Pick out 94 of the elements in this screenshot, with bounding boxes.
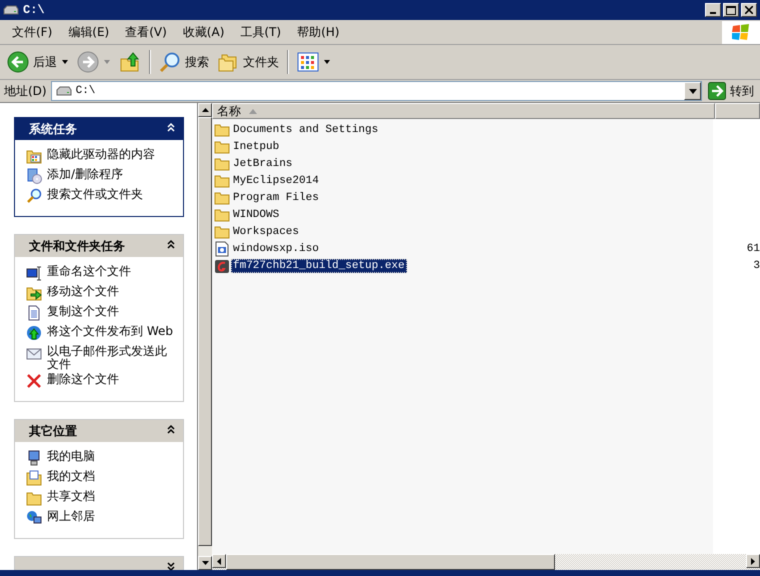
column-header[interactable]: 名称 <box>212 103 715 119</box>
task-link[interactable]: 我的文档 <box>26 470 177 488</box>
folder-icon <box>214 190 230 204</box>
scroll-up-button[interactable] <box>198 103 212 117</box>
menu-item[interactable]: 查看(V) <box>117 22 175 42</box>
drive-icon <box>3 5 19 15</box>
delete-icon <box>26 373 42 389</box>
go-button[interactable]: 转到 <box>706 82 760 100</box>
search-button[interactable]: 搜索 <box>156 49 212 75</box>
globe-icon <box>26 325 42 341</box>
windows-flag-icon <box>731 23 751 41</box>
scroll-right-button[interactable] <box>746 554 760 568</box>
folder-icon <box>26 490 42 506</box>
computer-icon <box>26 450 42 466</box>
scrollbar-thumb[interactable] <box>226 554 555 570</box>
file-name[interactable]: JetBrains <box>231 156 294 170</box>
panel-title: 文件和文件夹任务 <box>29 238 126 254</box>
task-link[interactable]: 网上邻居 <box>26 510 177 528</box>
documents-folder-icon <box>26 470 42 486</box>
file-name[interactable]: Program Files <box>231 190 321 204</box>
dropdown-arrow-icon[interactable] <box>688 88 696 94</box>
collapse-icon[interactable] <box>167 424 175 435</box>
network-icon <box>26 510 42 526</box>
scroll-left-button[interactable] <box>212 554 226 568</box>
menu-item[interactable]: 帮助(H) <box>289 22 348 42</box>
views-grid-icon <box>297 52 319 72</box>
file-name[interactable]: fm727chb21_build_setup.exe <box>231 258 407 272</box>
panel-title: 其它位置 <box>29 422 78 440</box>
folders-button[interactable]: 文件夹 <box>214 50 282 74</box>
file-name[interactable]: MyEclipse2014 <box>231 174 321 188</box>
search-icon <box>26 188 42 204</box>
task-link[interactable]: 搜索文件或文件夹 <box>26 188 177 206</box>
folder-icon <box>214 140 230 154</box>
back-button[interactable]: 后退 <box>4 49 72 75</box>
caret-icon <box>103 59 111 65</box>
address-field[interactable]: C:\ <box>50 81 702 101</box>
task-link[interactable]: 重命名这个文件 <box>26 265 177 283</box>
menu-item[interactable]: 收藏(A) <box>174 22 232 42</box>
right-arrow-icon <box>751 558 755 564</box>
copy-icon <box>26 305 42 321</box>
folder-icon <box>214 208 230 222</box>
expand-icon[interactable] <box>167 561 175 570</box>
folder-icon <box>214 174 230 188</box>
menu-item[interactable]: 文件(F) <box>4 22 60 42</box>
task-link[interactable]: 以电子邮件形式发送此文件 <box>26 345 177 371</box>
table-cell-text: 3 <box>752 260 760 272</box>
left-arrow-icon <box>217 558 221 564</box>
file-name[interactable]: Workspaces <box>231 224 302 238</box>
task-link[interactable]: 移动这个文件 <box>26 285 177 303</box>
close-icon <box>745 6 753 14</box>
task-link[interactable]: 添加/删除程序 <box>26 168 177 186</box>
down-arrow-icon <box>202 561 208 565</box>
task-link[interactable]: 我的电脑 <box>26 450 177 468</box>
folder-icon <box>214 122 230 136</box>
scroll-down-button[interactable] <box>198 556 212 570</box>
file-name[interactable]: WINDOWS <box>231 208 282 222</box>
file-name[interactable]: Documents and Settings <box>231 122 380 136</box>
caret-icon <box>323 59 331 65</box>
folder-icon <box>214 156 230 170</box>
column-header[interactable] <box>715 103 760 119</box>
file-name[interactable]: Inetpub <box>231 140 282 154</box>
go-arrow-icon <box>708 82 726 100</box>
close-button[interactable] <box>741 3 757 17</box>
task-link[interactable]: 共享文档 <box>26 490 177 508</box>
table-cell-text: 61 <box>746 242 760 254</box>
file-name[interactable]: windowsxp.iso <box>231 242 321 256</box>
maximize-button[interactable] <box>723 3 739 17</box>
task-link[interactable]: 将这个文件发布到 Web <box>26 325 177 343</box>
panel-title: 系统任务 <box>29 120 78 138</box>
scrollbar-thumb[interactable] <box>198 117 212 546</box>
collapse-icon[interactable] <box>167 239 175 250</box>
task-link[interactable]: 删除这个文件 <box>26 373 177 391</box>
caret-icon <box>61 59 69 65</box>
move-icon <box>26 285 42 301</box>
folders-icon <box>217 52 239 72</box>
task-link[interactable]: 隐藏此驱动器的内容 <box>26 148 177 166</box>
sort-ascending-icon <box>249 108 257 114</box>
task-link[interactable]: 复制这个文件 <box>26 305 177 323</box>
up-arrow-icon <box>202 108 208 112</box>
address-label: 地址(D) <box>4 82 47 100</box>
folder-icon <box>214 224 230 238</box>
minimize-button[interactable] <box>705 3 721 17</box>
window-title: C:\ <box>23 3 45 17</box>
folder-up-icon <box>119 51 141 73</box>
menu-item[interactable]: 工具(T) <box>232 22 290 42</box>
application-icon <box>214 258 230 274</box>
cd-box-icon <box>26 168 42 184</box>
drive-icon <box>56 86 72 96</box>
maximize-icon <box>726 6 736 14</box>
folder-grid-icon <box>26 148 42 164</box>
disc-image-file-icon <box>214 240 230 256</box>
rename-icon <box>26 265 42 281</box>
menu-item[interactable]: 编辑(E) <box>60 22 118 42</box>
search-icon <box>159 51 181 73</box>
